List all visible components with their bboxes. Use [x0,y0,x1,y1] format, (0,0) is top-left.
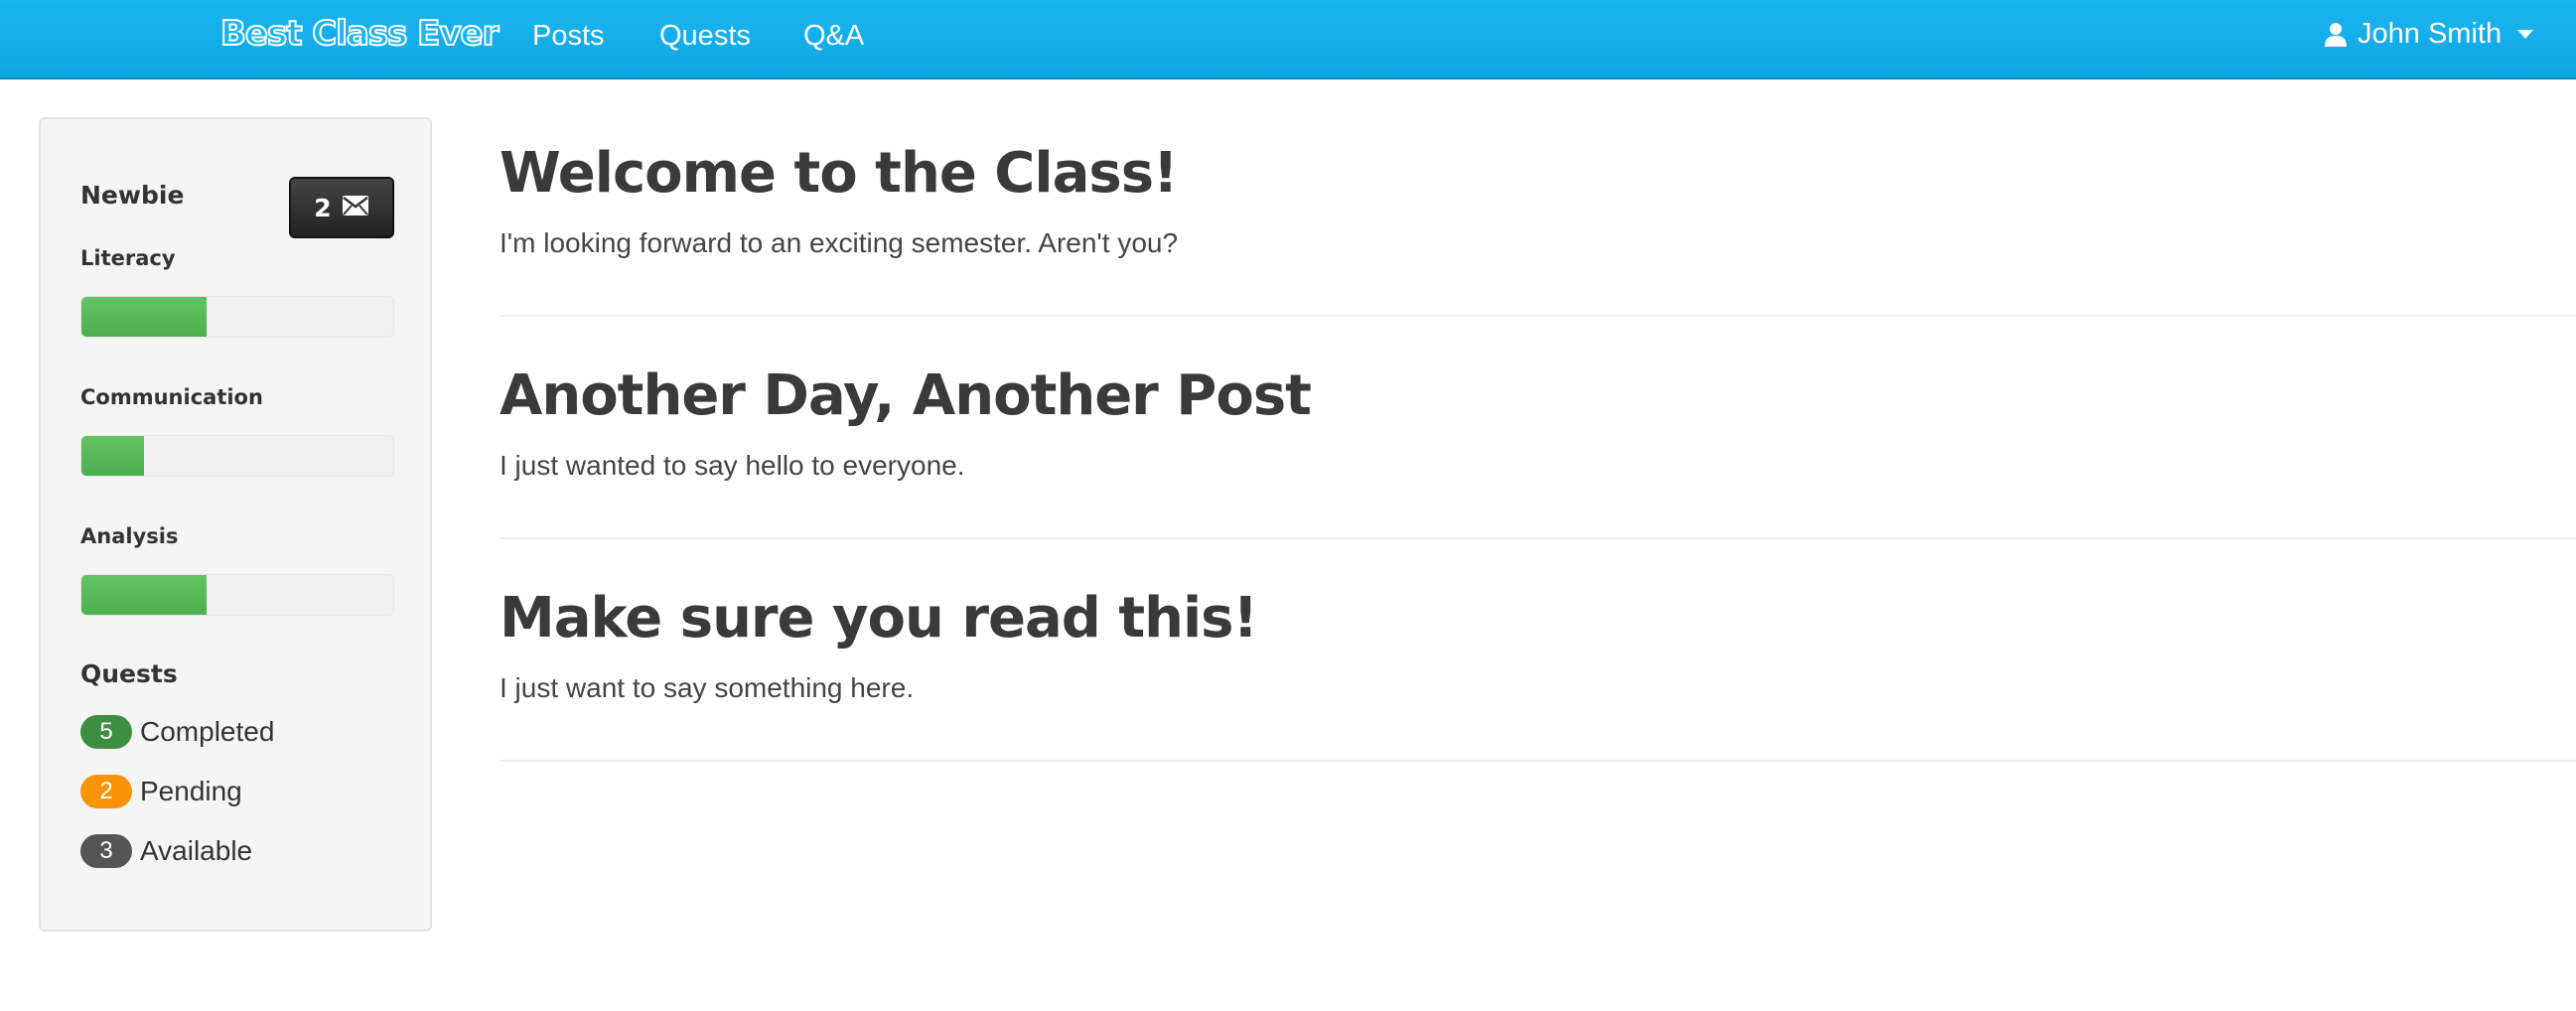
post-title[interactable]: Welcome to the Class! [500,141,2576,206]
post-divider [500,315,2576,317]
progress-bar-fill [81,297,207,337]
status-badge: 2 [80,775,132,808]
quests-heading: Quests [80,659,178,688]
nav-link-posts[interactable]: Posts [532,20,605,53]
profile-sidebar: Newbie 2 Literacy Communication Analysis… [39,117,432,932]
progress-bar-fill [81,436,144,476]
post-item: Another Day, Another Post I just wanted … [500,363,2576,482]
quest-status-completed[interactable]: 5 Completed [80,715,274,749]
nav-link-quests[interactable]: Quests [659,20,751,53]
rank-title: Newbie [80,181,185,210]
quest-status-available[interactable]: 3 Available [80,834,252,868]
post-divider [500,760,2576,762]
post-divider [500,537,2576,539]
envelope-icon [342,194,369,222]
post-body: I'm looking forward to an exciting semes… [500,227,1179,258]
progress-analysis [80,574,394,616]
skill-label-analysis: Analysis [80,524,179,548]
progress-communication [80,435,394,477]
post-item: Make sure you read this! I just want to … [500,586,2576,704]
post-item: Welcome to the Class! I'm looking forwar… [500,141,2576,259]
quest-status-label: Available [140,835,253,866]
status-badge: 3 [80,834,132,868]
post-title[interactable]: Another Day, Another Post [500,363,2576,428]
user-name: John Smith [2358,18,2503,50]
user-icon [2324,22,2348,48]
quest-status-pending[interactable]: 2 Pending [80,775,242,808]
messages-count: 2 [314,193,332,222]
user-menu-dropdown[interactable]: John Smith [2324,18,2534,51]
post-title[interactable]: Make sure you read this! [500,586,2576,650]
quest-status-label: Completed [140,716,275,747]
post-body: I just wanted to say hello to everyone. [500,450,965,481]
progress-literacy [80,296,394,338]
status-badge: 5 [80,715,132,749]
skill-label-communication: Communication [80,385,263,409]
messages-button[interactable]: 2 [289,177,394,238]
skill-label-literacy: Literacy [80,246,176,270]
nav-link-qa[interactable]: Q&A [803,20,864,53]
top-navbar: Best Class Ever Posts Quests Q&A John Sm… [0,0,2576,79]
progress-bar-fill [81,575,207,615]
post-body: I just want to say something here. [500,672,915,703]
chevron-down-icon [2517,30,2534,39]
quest-status-label: Pending [140,776,242,806]
brand-logo[interactable]: Best Class Ever [219,13,500,55]
